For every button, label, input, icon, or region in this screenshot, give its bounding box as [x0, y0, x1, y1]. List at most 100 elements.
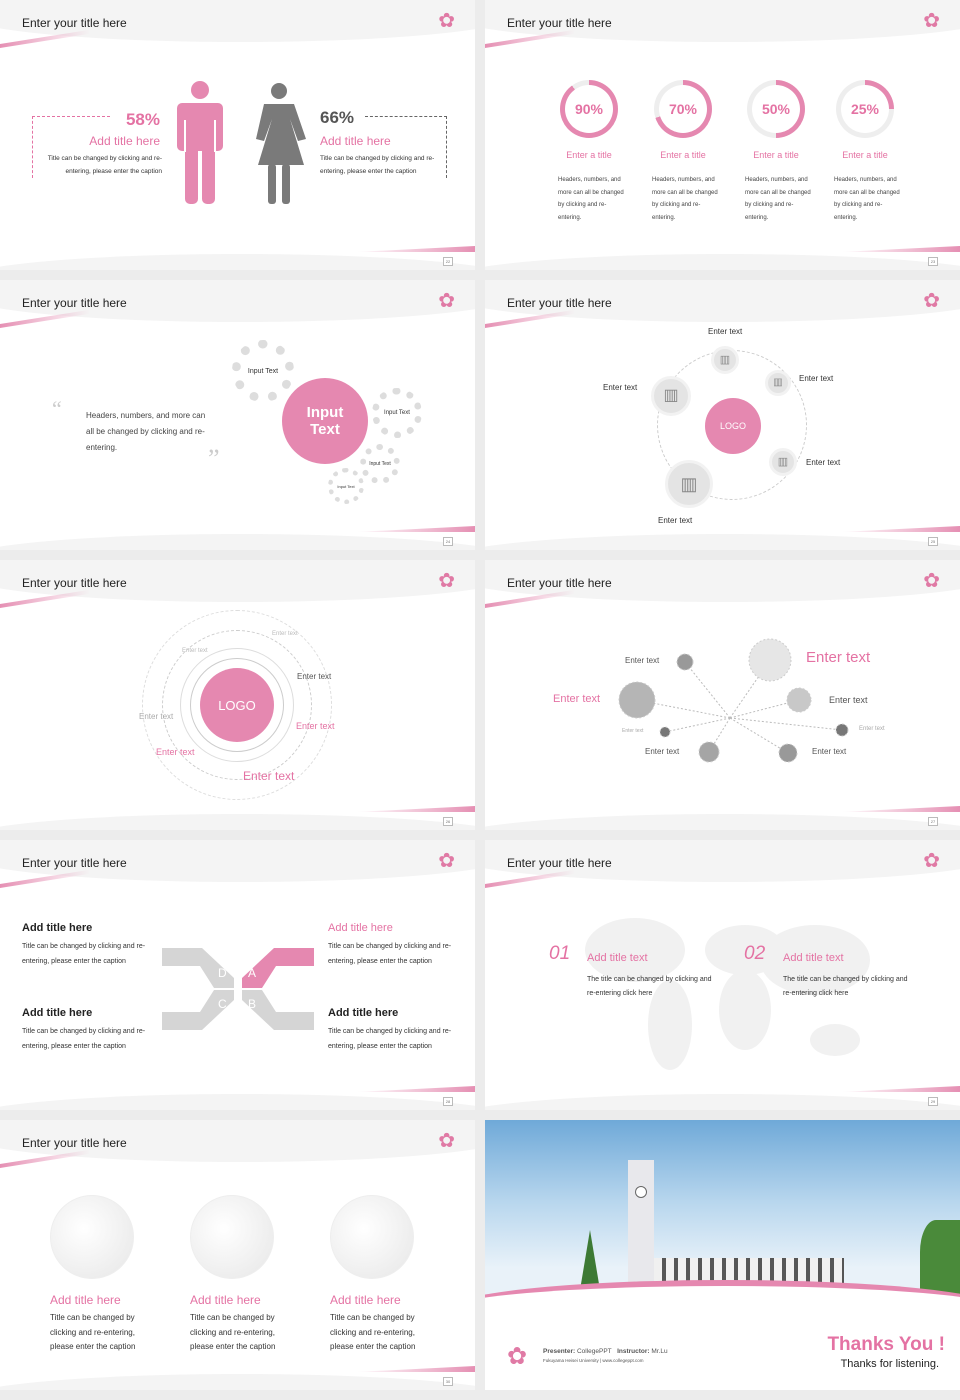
flower-icon: ✿	[438, 570, 455, 592]
gear-label: Input Text	[369, 461, 391, 467]
thanks-subtitle: Thanks for listening.	[840, 1358, 939, 1370]
slide-23[interactable]: Enter your title here ✿ 90% Enter a titl…	[485, 0, 960, 270]
slide-title: Enter your title here	[507, 296, 612, 310]
footer-band	[0, 534, 475, 550]
slide-30[interactable]: Enter your title here ✿ Add title here T…	[0, 1120, 475, 1390]
label: Enter text	[658, 516, 693, 525]
item-text: Headers, numbers, and more can all be ch…	[834, 177, 900, 221]
swoosh	[840, 246, 960, 252]
tree	[920, 1220, 960, 1300]
page-number: 24	[443, 537, 453, 546]
item-title: Enter a title	[842, 150, 888, 160]
ring-percent: 90%	[574, 101, 604, 117]
slide-title: Enter your title here	[507, 856, 612, 870]
instructor: Mr.Lu	[651, 1348, 668, 1355]
gear: Input Text	[232, 340, 294, 402]
label: Enter text	[812, 747, 847, 756]
slide-thanks[interactable]: ✿ Presenter: CollegePPT Instructor: Mr.L…	[485, 1120, 960, 1390]
footer-band	[485, 534, 960, 550]
item-title: Add title text	[587, 952, 648, 964]
flower-icon: ✿	[438, 850, 455, 872]
page-number: 27	[928, 817, 938, 826]
label: Enter text	[799, 374, 834, 383]
label: Enter text	[708, 327, 743, 336]
title-left: Add title here	[89, 134, 160, 148]
letter-c: C	[218, 997, 227, 1011]
item-title: Enter a title	[753, 150, 799, 160]
building-icon: ▥	[769, 448, 797, 476]
label: Enter text	[296, 721, 335, 731]
item-text: Title can be changed by clicking and re-…	[22, 1028, 146, 1050]
letter-a: A	[248, 966, 257, 980]
slide-26[interactable]: Enter your title here ✿ LOGO Enter text …	[0, 560, 475, 830]
globe-icon	[190, 1195, 274, 1279]
item-title: Enter a title	[660, 150, 706, 160]
page-number: 26	[443, 817, 453, 826]
item-text: Title can be changed by clicking and re-…	[50, 1313, 136, 1351]
item-text: Title can be changed by clicking and re-…	[22, 943, 146, 965]
progress-ring: 90%	[560, 80, 618, 138]
label: Enter text	[806, 458, 841, 467]
gear-label: Input Text	[306, 404, 344, 438]
slide-25[interactable]: Enter your title here ✿ LOGO ▥ ▥ ▥ ▥ ▥ E…	[485, 280, 960, 550]
slide-24[interactable]: Enter your title here ✿ “ Headers, numbe…	[0, 280, 475, 550]
slide-27[interactable]: Enter your title here ✿ Enter text Enter…	[485, 560, 960, 830]
slide-28[interactable]: Enter your title here ✿ Add title here T…	[0, 840, 475, 1110]
ring-percent: 25%	[850, 101, 880, 117]
page-number: 28	[443, 1097, 453, 1106]
progress-ring: 25%	[836, 80, 894, 138]
gear-label: Input Text	[247, 367, 279, 375]
slide-title: Enter your title here	[22, 296, 127, 310]
close-quote-icon: ”	[208, 444, 220, 473]
swoosh	[355, 1366, 475, 1372]
slide-29[interactable]: Enter your title here ✿ 01 Add title tex…	[485, 840, 960, 1110]
page-number: 22	[443, 257, 453, 266]
slide-22[interactable]: Enter your title here ✿ 58% Add title he…	[0, 0, 475, 270]
label: Enter text	[625, 656, 660, 665]
label: Enter text	[603, 383, 638, 392]
ring-percent: 70%	[668, 101, 698, 117]
slide-title: Enter your title here	[22, 1136, 127, 1150]
footer-band	[485, 1094, 960, 1110]
slide-title: Enter your title here	[22, 856, 127, 870]
percent-right: 66%	[320, 108, 355, 127]
building-icon: ▥	[651, 376, 691, 416]
flower-icon: ✿	[923, 10, 940, 32]
label: Enter text	[859, 726, 885, 732]
label: Enter text	[182, 648, 208, 654]
page-number: 29	[928, 1097, 938, 1106]
campus-photo	[485, 1120, 960, 1305]
instructor-label: Instructor:	[617, 1348, 650, 1355]
footer-band	[485, 254, 960, 270]
open-quote-icon: “	[52, 396, 62, 421]
swoosh	[355, 246, 475, 252]
label: Enter text	[622, 728, 644, 734]
swoosh	[355, 1086, 475, 1092]
presenter: CollegePPT	[576, 1348, 612, 1355]
item-title: Add title here	[190, 1293, 261, 1307]
swoosh	[355, 806, 475, 812]
item-title: Add title here	[50, 1293, 121, 1307]
clock-tower	[628, 1160, 654, 1295]
ring-center: 25%	[841, 85, 889, 133]
presenter-line: Presenter: CollegePPT Instructor: Mr.Lu	[543, 1348, 668, 1355]
title-right: Add title here	[320, 134, 391, 148]
slide-title: Enter your title here	[507, 16, 612, 30]
label: Enter text	[806, 649, 871, 666]
abcd-diagram	[162, 948, 314, 1030]
item-text: The title can be changed by clicking and…	[783, 976, 908, 997]
label: Enter text	[645, 747, 680, 756]
male-icon	[177, 81, 223, 204]
item-text: Title can be changed by clicking and re-…	[328, 1028, 452, 1050]
gear: Input Text	[328, 468, 364, 504]
gear: Input Text	[360, 444, 400, 484]
percent-left: 58%	[125, 110, 160, 129]
item-title: Add title text	[783, 952, 844, 964]
item-number: 01	[549, 943, 571, 964]
ring-center: 70%	[659, 85, 707, 133]
female-icon	[256, 83, 306, 204]
building-icon: ▥	[765, 370, 791, 396]
page-number: 25	[928, 537, 938, 546]
item-title: Add title here	[22, 1007, 93, 1019]
item-text: Title can be changed by clicking and re-…	[328, 943, 452, 965]
